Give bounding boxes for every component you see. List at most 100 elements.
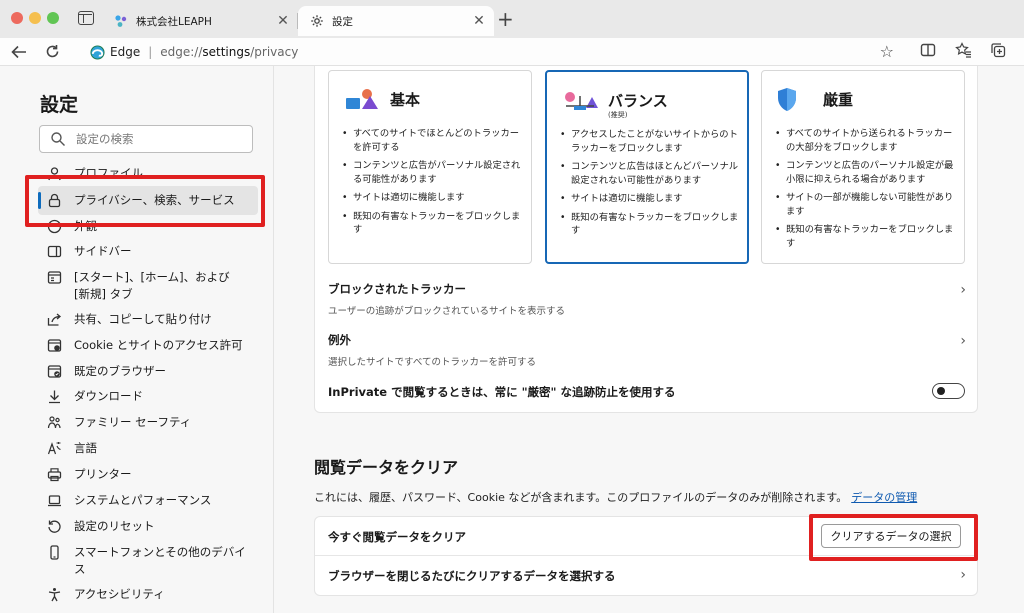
tracking-prevention-panel: 基本 すべてのサイトでほとんどのトラッカーを許可する コンテンツと広告がパーソナ… [314,66,978,413]
gear-icon [310,14,324,28]
new-tab-button[interactable]: + [497,7,514,31]
card-bullets: すべてのサイトから送られるトラッカーの大部分をブロックします コンテンツと広告の… [774,127,958,255]
card-bullet: 既知の有害なトラッカーをブロックします [559,211,743,238]
sidebar-item-label: Cookie とサイトのアクセス許可 [74,338,243,352]
sidebar-item-label: 設定のリセット [74,519,155,533]
sidebar-item-sidebar[interactable]: サイドバー [47,243,267,260]
address-bar[interactable]: Edge | edge://settings/privacy ☆ [78,39,904,65]
printer-icon [47,468,62,482]
settings-sidebar: 設定 設定の検索 プロファイル プライバシー、検索、サービス 外観 サイドバー … [0,66,274,613]
refresh-icon[interactable] [45,44,60,59]
card-bullet: すべてのサイトから送られるトラッカーの大部分をブロックします [774,127,958,154]
tab-leaph[interactable]: 株式会社LEAPH ✕ [102,6,298,36]
row-description: 選択したサイトですべてのトラッカーを許可する [328,357,536,368]
address-brand: Edge [110,45,141,59]
shapes-icon [346,89,378,109]
close-tab-icon[interactable]: ✕ [470,13,488,29]
tab-settings[interactable]: 設定 ✕ [298,6,494,36]
card-title: バランス [608,92,668,110]
row-title: 例外 [328,333,351,347]
inprivate-strict-row: InPrivate で閲覧するときは、常に "厳密" な追跡防止を使用する [328,384,966,400]
sidebar-item-share[interactable]: 共有、コピーして貼り付け [47,311,267,328]
sidebar-item-label: 共有、コピーして貼り付け [74,312,212,326]
sidebar-item-label: 既定のブラウザー [74,364,166,378]
blocked-trackers-row[interactable]: ブロックされたトラッカー ユーザーの追跡がブロックされているサイトを表示する › [328,281,966,317]
row-title: ブロックされたトラッカー [328,282,466,296]
browser-icon [47,365,62,378]
sidebar-item-label: 言語 [74,441,97,455]
sidebar-item-start-home[interactable]: [スタート]、[ホーム]、および [新規] タブ [47,269,267,303]
sidebar-item-cookies[interactable]: Cookie とサイトのアクセス許可 [47,337,267,354]
navigation-bar: Edge | edge://settings/privacy ☆ [0,38,1024,66]
sidebar-item-accessibility[interactable]: アクセシビリティ [47,586,267,603]
favorite-star-icon[interactable]: ☆ [880,42,894,61]
settings-search-input[interactable]: 設定の検索 [39,125,253,153]
address-url: edge://settings/privacy [160,45,298,59]
cookie-icon [47,339,62,352]
sidebar-item-label-line1: スマートフォンとその他のデバイ [74,545,246,559]
accessibility-icon [48,588,61,602]
card-bullet: 既知の有害なトラッカーをブロックします [341,210,525,237]
sidebar-item-label-line2: [新規] タブ [74,287,133,301]
sidebar-item-languages[interactable]: 言語 [47,440,267,457]
clear-on-close-row[interactable]: ブラウザーを閉じるたびにクリアするデータを選択する › [328,567,966,584]
tab-actions-icon[interactable] [78,11,94,25]
maximize-window-button[interactable] [47,12,59,24]
language-icon [47,442,61,455]
clear-data-section-title: 閲覧データをクリア [314,458,459,477]
back-arrow-icon[interactable] [11,45,27,59]
card-bullet: サイトの一部が機能しない可能性があります [774,191,958,218]
close-tab-icon[interactable]: ✕ [274,13,292,29]
card-recommended-label: (推奨) [608,111,628,119]
shield-icon [778,88,796,111]
settings-main-content: 基本 すべてのサイトでほとんどのトラッカーを許可する コンテンツと広告がパーソナ… [275,66,1024,613]
search-icon [51,132,65,146]
sidebar-item-printers[interactable]: プリンター [47,466,267,483]
search-placeholder: 設定の検索 [76,132,134,146]
tracking-card-basic[interactable]: 基本 すべてのサイトでほとんどのトラッカーを許可する コンテンツと広告がパーソナ… [328,70,532,264]
row-description: ユーザーの追跡がブロックされているサイトを表示する [328,306,566,317]
reset-icon [48,520,61,533]
close-window-button[interactable] [11,12,23,24]
card-bullets: アクセスしたことがないサイトからのトラッカーをブロックします コンテンツと広告は… [559,128,743,243]
sidebar-item-label: プリンター [74,467,132,481]
sidebar-item-label-line1: [スタート]、[ホーム]、および [74,270,230,284]
chevron-right-icon: › [960,567,966,583]
card-bullet: サイトは適切に機能します [559,192,743,206]
url-path: /privacy [250,45,299,59]
manage-data-link[interactable]: データの管理 [851,491,917,504]
tab-bar: 株式会社LEAPH ✕ 設定 ✕ + [0,0,1024,38]
toggle-knob [937,387,945,395]
favorites-icon[interactable] [955,42,972,58]
sidebar-item-system[interactable]: システムとパフォーマンス [47,492,267,509]
tab-title: 株式会社LEAPH [136,15,212,28]
url-scheme: edge:// [160,45,203,59]
row-title: ブラウザーを閉じるたびにクリアするデータを選択する [328,569,616,583]
tracking-card-balanced[interactable]: バランス (推奨) アクセスしたことがないサイトからのトラッカーをブロックします… [545,70,749,264]
phone-icon [50,545,59,560]
sidebar-item-label: ファミリー セーフティ [74,415,192,429]
share-icon [47,313,62,326]
sidebar-title: 設定 [40,94,79,116]
tracking-card-strict[interactable]: 厳重 すべてのサイトから送られるトラッカーの大部分をブロックします コンテンツと… [761,70,965,264]
sidebar-item-label: システムとパフォーマンス [74,493,212,507]
sidebar-item-downloads[interactable]: ダウンロード [47,388,267,405]
collections-icon[interactable] [990,42,1006,58]
sidebar-item-default-browser[interactable]: 既定のブラウザー [47,363,267,380]
sidebar-item-reset[interactable]: 設定のリセット [47,518,267,535]
minimize-window-button[interactable] [29,12,41,24]
exceptions-row[interactable]: 例外 選択したサイトですべてのトラッカーを許可する › [328,332,966,368]
sidebar-item-phone[interactable]: スマートフォンとその他のデバイス [47,544,267,578]
card-title: 基本 [390,91,421,109]
sidebar-item-label: アクセシビリティ [74,587,165,601]
sidebar-item-label: ダウンロード [74,389,143,403]
card-bullet: すべてのサイトでほとんどのトラッカーを許可する [341,127,525,154]
sidebar-icon [47,245,62,258]
card-bullets: すべてのサイトでほとんどのトラッカーを許可する コンテンツと広告がパーソナル設定… [341,127,525,242]
split-screen-icon[interactable] [920,42,936,58]
family-icon [47,416,61,429]
address-separator: | [148,45,153,59]
sidebar-item-family-safety[interactable]: ファミリー セーフティ [47,414,267,431]
download-icon [49,390,60,404]
inprivate-strict-toggle[interactable] [932,383,965,399]
